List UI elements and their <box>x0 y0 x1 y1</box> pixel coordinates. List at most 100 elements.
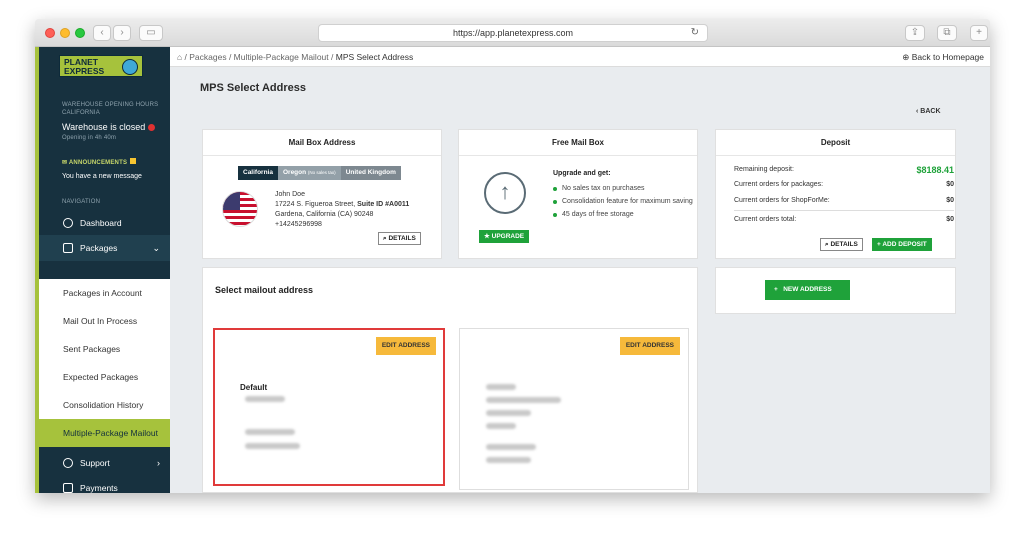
redacted-line <box>486 410 531 416</box>
sidebar: PLANET EXPRESS WAREHOUSE OPENING HOURS C… <box>35 47 170 493</box>
minimize-window-button[interactable] <box>60 28 70 38</box>
nav-dashboard[interactable]: Dashboard <box>39 210 170 236</box>
star-icon: ★ <box>484 233 492 240</box>
free-mailbox-title: Free Mail Box <box>459 130 697 156</box>
new-address-button[interactable]: + NEW ADDRESS <box>765 280 850 300</box>
redacted-line <box>245 396 285 402</box>
address-suite: Suite ID #A0011 <box>357 201 410 208</box>
warehouse-region: CALIFORNIA <box>62 110 101 116</box>
tab-oregon-note: (No sales tax) <box>307 170 336 175</box>
announcements-message[interactable]: You have a new message <box>62 173 142 180</box>
breadcrumb: ⌂ / Packages / Multiple-Package Mailout … <box>170 47 990 67</box>
main-content: ⌂ / Packages / Multiple-Package Mailout … <box>170 47 990 493</box>
subnav-multiple-package-mailout[interactable]: Multiple-Package Mailout <box>39 419 170 447</box>
edit-address-button[interactable]: EDIT ADDRESS <box>619 337 680 355</box>
browser-toolbar: ‹ › ▭ https://app.planetexpress.com ↻ ⇪ … <box>35 19 990 47</box>
close-window-button[interactable] <box>45 28 55 38</box>
breadcrumb-packages[interactable]: Packages <box>189 52 226 62</box>
mailout-address-panel: Select mailout address EDIT ADDRESS Defa… <box>202 267 698 493</box>
new-tab-icon[interactable]: + <box>970 25 988 41</box>
share-icon[interactable]: ⇪ <box>905 25 925 41</box>
deposit-divider <box>734 210 954 211</box>
mailbox-card-title: Mail Box Address <box>203 130 441 156</box>
maximize-window-button[interactable] <box>75 28 85 38</box>
home-icon[interactable]: ⌂ <box>177 52 182 62</box>
plus-icon: + <box>774 286 784 293</box>
support-icon <box>63 458 73 468</box>
back-button[interactable]: ‹ BACK <box>916 108 941 115</box>
forward-arrow-icon[interactable]: › <box>113 25 131 41</box>
subnav-packages-in-account[interactable]: Packages in Account <box>39 279 170 307</box>
redacted-line <box>245 443 300 449</box>
orders-total-row: Current orders total: $0 <box>734 216 954 223</box>
mail-icon: ✉ <box>62 160 69 166</box>
default-address-label: Default <box>240 383 268 392</box>
url-bar[interactable]: https://app.planetexpress.com ↻ <box>318 24 708 42</box>
orders-shopforme-row: Current orders for ShopForMe: $0 <box>734 197 954 204</box>
tab-california[interactable]: California <box>238 166 278 180</box>
payments-icon <box>63 483 73 493</box>
warehouse-status: Warehouse is closed <box>62 122 156 132</box>
upgrade-button[interactable]: ★ UPGRADE <box>479 230 530 243</box>
back-button-label: BACK <box>920 108 941 115</box>
sidebar-toggle-icon[interactable]: ▭ <box>139 25 163 41</box>
reload-icon[interactable]: ↻ <box>691 25 699 41</box>
subnav-consolidation-history[interactable]: Consolidation History <box>39 391 170 419</box>
dashboard-icon <box>63 218 73 228</box>
new-address-label: NEW ADDRESS <box>783 286 832 293</box>
subnav-sent-packages[interactable]: Sent Packages <box>39 335 170 363</box>
select-mailout-title: Select mailout address <box>215 285 314 295</box>
mailbox-address: John Doe 17224 S. Figueroa Street, Suite… <box>275 190 409 230</box>
address-card-default[interactable]: EDIT ADDRESS Default <box>213 328 445 486</box>
back-to-homepage-text: Back to Homepage <box>911 52 984 62</box>
url-text: https://app.planetexpress.com <box>452 28 574 38</box>
chevron-right-icon: › <box>157 458 160 468</box>
address-street-line: 17224 S. Figueroa Street, Suite ID #A001… <box>275 200 409 210</box>
mailbox-address-card: Mail Box Address California Oregon (No s… <box>202 129 442 259</box>
redacted-line <box>486 457 531 463</box>
deposit-details-button[interactable]: ⌕ DETAILS <box>820 238 863 251</box>
tab-oregon-label: Oregon <box>282 169 307 176</box>
back-to-homepage-link[interactable]: ⊕ Back to Homepage <box>902 47 984 67</box>
globe-small-icon: ⊕ <box>902 52 912 62</box>
upgrade-benefits: No sales tax on purchases Consolidation … <box>553 184 693 223</box>
closed-status-icon <box>148 124 156 132</box>
browser-window: ‹ › ▭ https://app.planetexpress.com ↻ ⇪ … <box>35 19 990 493</box>
orders-total-label: Current orders total: <box>734 216 797 223</box>
subnav-expected-packages[interactable]: Expected Packages <box>39 363 170 391</box>
address-card[interactable]: EDIT ADDRESS <box>459 328 689 490</box>
redacted-line <box>486 384 516 390</box>
announcement-badge <box>130 158 137 164</box>
announcements-label[interactable]: ✉ ANNOUNCEMENTS <box>62 158 137 166</box>
packages-submenu: Packages in Account Mail Out In Process … <box>39 279 170 447</box>
tab-united-kingdom[interactable]: United Kingdom <box>340 166 401 180</box>
nav-payments[interactable]: Payments <box>39 475 170 493</box>
warehouse-tabs: California Oregon (No sales tax) United … <box>238 166 401 180</box>
warehouse-status-text: Warehouse is closed <box>62 122 146 132</box>
warehouse-hours-label: WAREHOUSE OPENING HOURS <box>62 102 159 108</box>
tab-oregon[interactable]: Oregon (No sales tax) <box>277 166 341 180</box>
breadcrumb-multiple-package-mailout[interactable]: Multiple-Package Mailout <box>234 52 329 62</box>
edit-address-button[interactable]: EDIT ADDRESS <box>375 337 436 355</box>
add-deposit-button[interactable]: + ADD DEPOSIT <box>872 238 932 251</box>
mailbox-details-button[interactable]: ⌕ DETAILS <box>378 232 421 245</box>
page-title: MPS Select Address <box>200 82 306 94</box>
benefit-item: Consolidation feature for maximum saving <box>553 197 693 207</box>
address-name: John Doe <box>275 191 305 198</box>
benefit-item: No sales tax on purchases <box>553 184 693 194</box>
address-street: 17224 S. Figueroa Street, <box>275 201 356 208</box>
planet-express-logo[interactable]: PLANET EXPRESS <box>59 55 143 77</box>
address-city: Gardena, California (CA) 90248 <box>275 211 374 218</box>
nav-packages[interactable]: Packages ⌄ <box>39 235 170 261</box>
subnav-mail-out-in-process[interactable]: Mail Out In Process <box>39 307 170 335</box>
orders-packages-label: Current orders for packages: <box>734 181 824 188</box>
benefit-item: 45 days of free storage <box>553 210 693 220</box>
nav-support[interactable]: Support › <box>39 450 170 476</box>
announcements-text: ANNOUNCEMENTS <box>68 160 128 166</box>
nav-payments-label: Payments <box>80 483 118 493</box>
nav-support-label: Support <box>80 458 110 468</box>
tabs-icon[interactable]: ⧉ <box>937 25 957 41</box>
back-arrow-icon[interactable]: ‹ <box>93 25 111 41</box>
upgrade-arrow-icon: ↑ <box>484 172 526 214</box>
address-phone: +14245296998 <box>275 221 322 228</box>
